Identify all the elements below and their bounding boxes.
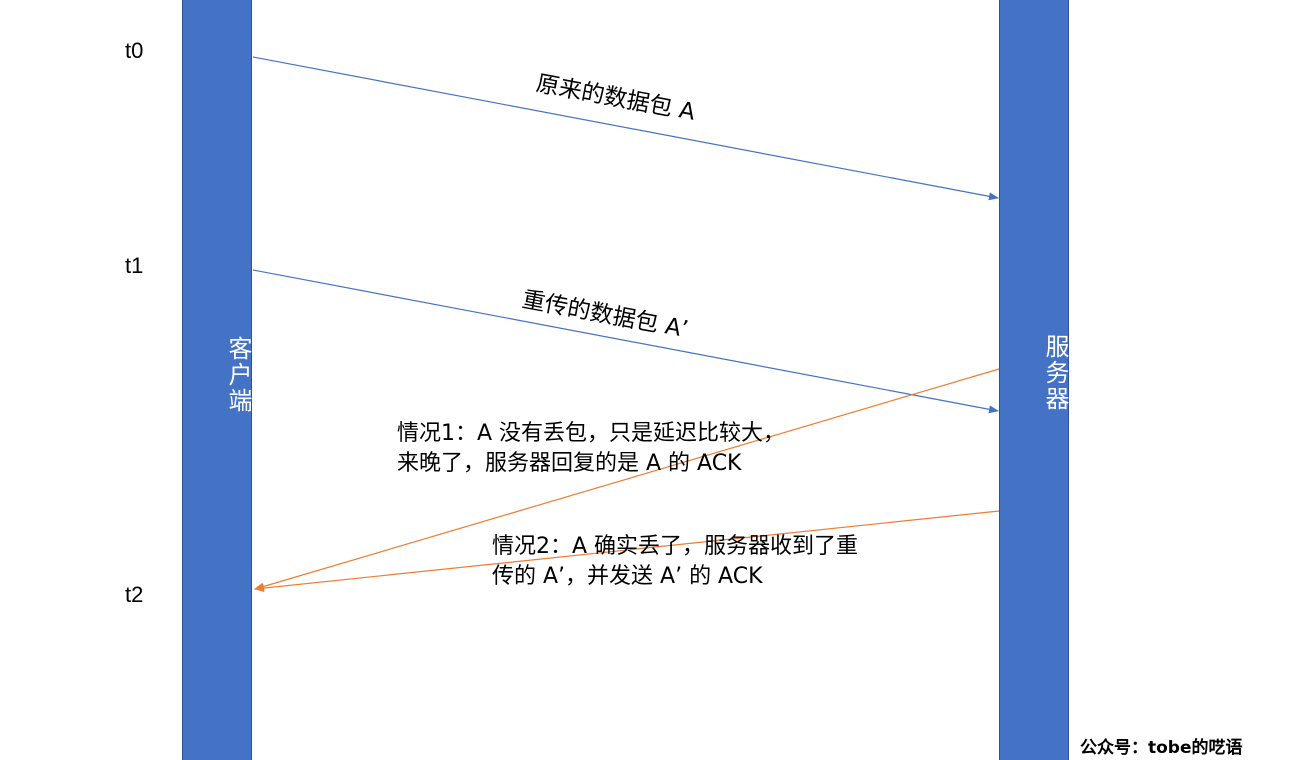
retransmitted-packet-arrow (252, 269, 999, 414)
case1-note: 情况1：A 没有丢包，只是延迟比较大， 来晚了，服务器回复的是 A 的 ACK (397, 421, 786, 476)
original-packet-arrow (252, 56, 999, 201)
case2-note: 情况2：A 确实丢了，服务器收到了重 传的 A’，并发送 A’ 的 ACK (492, 534, 859, 589)
watermark-text: 公众号：tobe的呓语 (1080, 738, 1243, 758)
sequence-diagram: 客户端 服务器 t0 t1 t2 原来的数据包 A 重传的数据包 A’ 情况1：… (0, 0, 1306, 760)
